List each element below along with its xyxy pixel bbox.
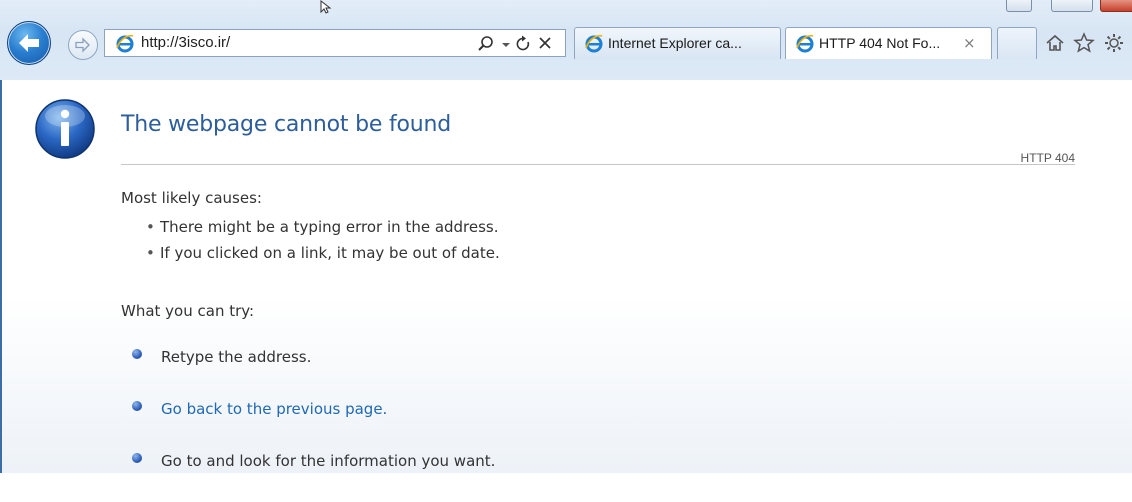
- gear-icon[interactable]: [1102, 31, 1126, 55]
- window-border: [0, 80, 2, 473]
- browser-chrome: http://3isco.ir/ Internet Explorer ca...…: [0, 0, 1132, 80]
- new-tab-button[interactable]: [997, 27, 1037, 59]
- retype-address-text: Retype the address.: [161, 348, 312, 366]
- address-url[interactable]: http://3isco.ir/: [141, 34, 230, 51]
- bullet-icon: [132, 401, 142, 411]
- bullet-dot: •: [146, 244, 155, 262]
- forward-button[interactable]: [68, 30, 98, 60]
- maximize-button[interactable]: [1051, 0, 1093, 12]
- search-icon[interactable]: [476, 33, 496, 55]
- cause-text: If you clicked on a link, it may be out …: [160, 244, 500, 262]
- causes-heading: Most likely causes:: [121, 189, 262, 207]
- tab-internet-explorer[interactable]: Internet Explorer ca...: [574, 27, 781, 59]
- star-icon[interactable]: [1072, 31, 1096, 55]
- cause-text: There might be a typing error in the add…: [160, 218, 499, 236]
- home-icon[interactable]: [1043, 31, 1067, 55]
- bullet-dot: •: [146, 218, 155, 236]
- bullet-icon: [132, 349, 142, 359]
- minimize-button[interactable]: [1006, 0, 1032, 12]
- title-divider: [121, 164, 1075, 165]
- tab-title: HTTP 404 Not Fo...: [819, 35, 941, 51]
- address-bar[interactable]: http://3isco.ir/: [104, 29, 566, 57]
- ie-logo-icon: [585, 34, 603, 53]
- bullet-icon: [132, 453, 142, 463]
- causes-list: • There might be a typing error in the a…: [146, 216, 500, 268]
- close-window-button[interactable]: [1100, 0, 1132, 12]
- close-tab-icon[interactable]: ×: [963, 34, 976, 52]
- ie-logo-icon: [116, 34, 134, 53]
- address-bar-tools: [476, 33, 566, 55]
- try-heading: What you can try:: [121, 302, 255, 320]
- ie-logo-icon: [796, 34, 814, 53]
- stop-icon[interactable]: [536, 33, 556, 55]
- tab-title: Internet Explorer ca...: [608, 35, 742, 51]
- back-arrow-icon: [19, 34, 39, 52]
- go-to-site-text: Go to and look for the information you w…: [161, 452, 496, 470]
- tab-http-404[interactable]: HTTP 404 Not Fo... ×: [785, 27, 992, 59]
- info-icon: [35, 99, 95, 159]
- page-title: The webpage cannot be found: [121, 112, 452, 137]
- go-back-link[interactable]: Go back to the previous page.: [161, 398, 387, 420]
- back-button[interactable]: [7, 21, 51, 65]
- list-item: • There might be a typing error in the a…: [146, 216, 500, 242]
- http-status-code: HTTP 404: [1020, 151, 1075, 165]
- mouse-cursor-icon: [320, 0, 332, 14]
- forward-arrow-icon: [75, 37, 90, 53]
- refresh-icon[interactable]: [513, 33, 533, 55]
- list-item: • If you clicked on a link, it may be ou…: [146, 242, 500, 268]
